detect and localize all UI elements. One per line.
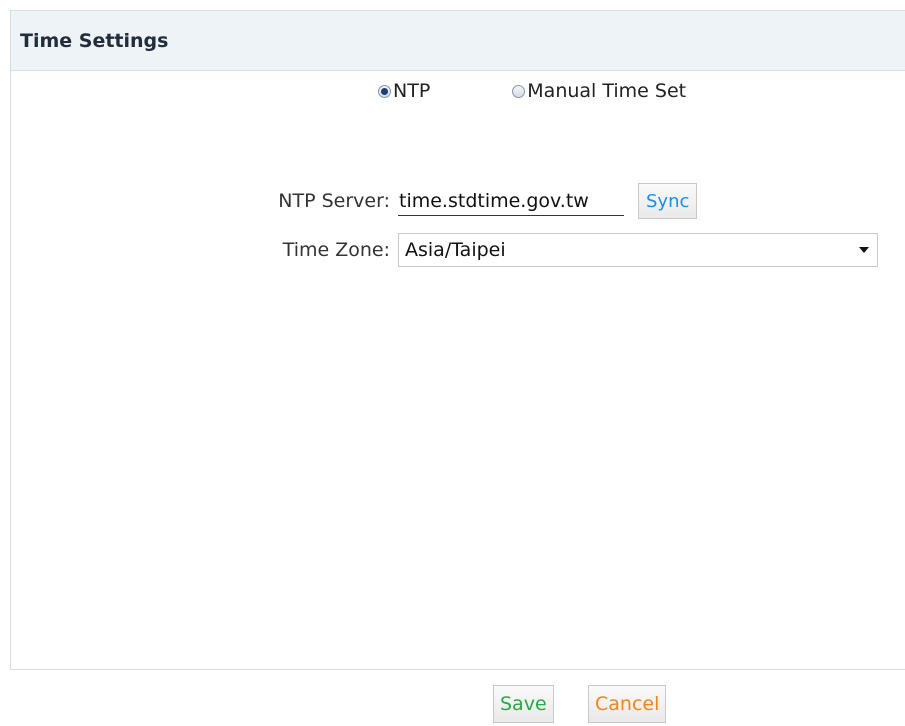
ntp-radio-option[interactable]: NTP	[378, 80, 430, 102]
manual-time-radio-option[interactable]: Manual Time Set	[512, 80, 686, 102]
chevron-down-icon	[859, 247, 869, 253]
manual-time-radio-button[interactable]	[512, 84, 526, 98]
time-settings-panel: Time Settings	[10, 10, 905, 670]
sync-button[interactable]: Sync	[638, 183, 698, 219]
ntp-server-label: NTP Server:	[278, 190, 390, 212]
time-mode-radio-group: NTP Manual Time Set	[378, 80, 686, 102]
time-zone-row: Time Zone: Asia/Taipei	[240, 233, 878, 267]
panel-header: Time Settings	[11, 11, 905, 71]
ntp-radio-button[interactable]	[378, 84, 391, 98]
ntp-server-input[interactable]	[398, 186, 624, 216]
time-zone-label: Time Zone:	[282, 239, 390, 261]
save-button[interactable]: Save	[493, 685, 554, 723]
cancel-button[interactable]: Cancel	[588, 685, 667, 723]
manual-time-radio-label: Manual Time Set	[527, 80, 687, 102]
ntp-server-row: NTP Server: Sync	[240, 183, 698, 219]
time-zone-select[interactable]: Asia/Taipei	[398, 233, 878, 267]
time-zone-value: Asia/Taipei	[405, 239, 506, 261]
panel-title: Time Settings	[20, 29, 169, 52]
ntp-radio-label: NTP	[393, 80, 431, 102]
